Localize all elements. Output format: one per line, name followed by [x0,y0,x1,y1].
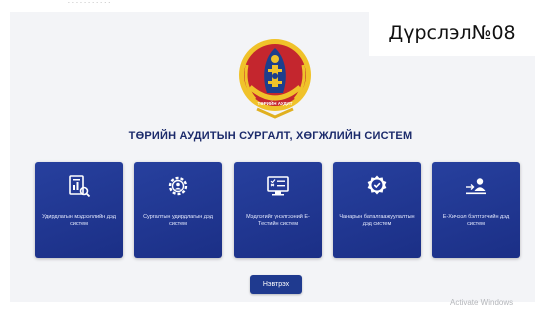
tile-e-test[interactable]: Мэдлэгийг үнэлгээний E-Тестийн систем [234,162,322,258]
login-button[interactable]: Нэвтрэх [250,275,302,294]
tile-e-lesson[interactable]: E-Хичээл бэлтгэгчийн дэд систем [432,162,520,258]
tile-label: Мэдлэгийг үнэлгээний E-Тестийн систем [246,214,310,227]
tile-training-management[interactable]: Сургалтын удирдлагын дэд систем [134,162,222,258]
tile-label: Сургалтын удирдлагын дэд систем [143,214,213,227]
figure-caption: Дүрслэл№08 [369,10,535,56]
tile-management-info[interactable]: Удирдлагын мэдээллийн дэд систем [35,162,123,258]
tile-quality-assurance[interactable]: Чанарын баталгаажуулалтын дэд систем [333,162,421,258]
test-checklist-icon [267,176,289,196]
svg-text:ТӨРИЙН АУДИТ: ТӨРИЙН АУДИТ [257,99,292,106]
top-strip-text: ‑ ‑ ‑ ‑ ‑ ‑ ‑ ‑ ‑ ‑ ‑ [68,0,111,6]
lesson-user-icon [466,178,486,195]
activate-windows-watermark: Activate Windows [450,298,514,307]
browser-top-strip: ‑ ‑ ‑ ‑ ‑ ‑ ‑ ‑ ‑ ‑ ‑ [0,0,541,10]
page-title: ТӨРИЙН АУДИТЫН СУРГАЛТ, ХӨГЖЛИЙН СИСТЕМ [128,130,413,142]
tile-label: E-Хичээл бэлтгэгчийн дэд систем [442,214,510,227]
tile-label: Удирдлагын мэдээллийн дэд систем [42,214,116,227]
figure-caption-text: Дүрслэл№08 [388,22,516,44]
report-search-icon [69,175,91,198]
quality-badge-icon [367,175,387,195]
tile-label: Чанарын баталгаажуулалтын дэд систем [339,214,415,227]
gear-person-icon [168,176,188,196]
state-audit-emblem-icon: ТӨРИЙН АУДИТ [239,39,311,119]
